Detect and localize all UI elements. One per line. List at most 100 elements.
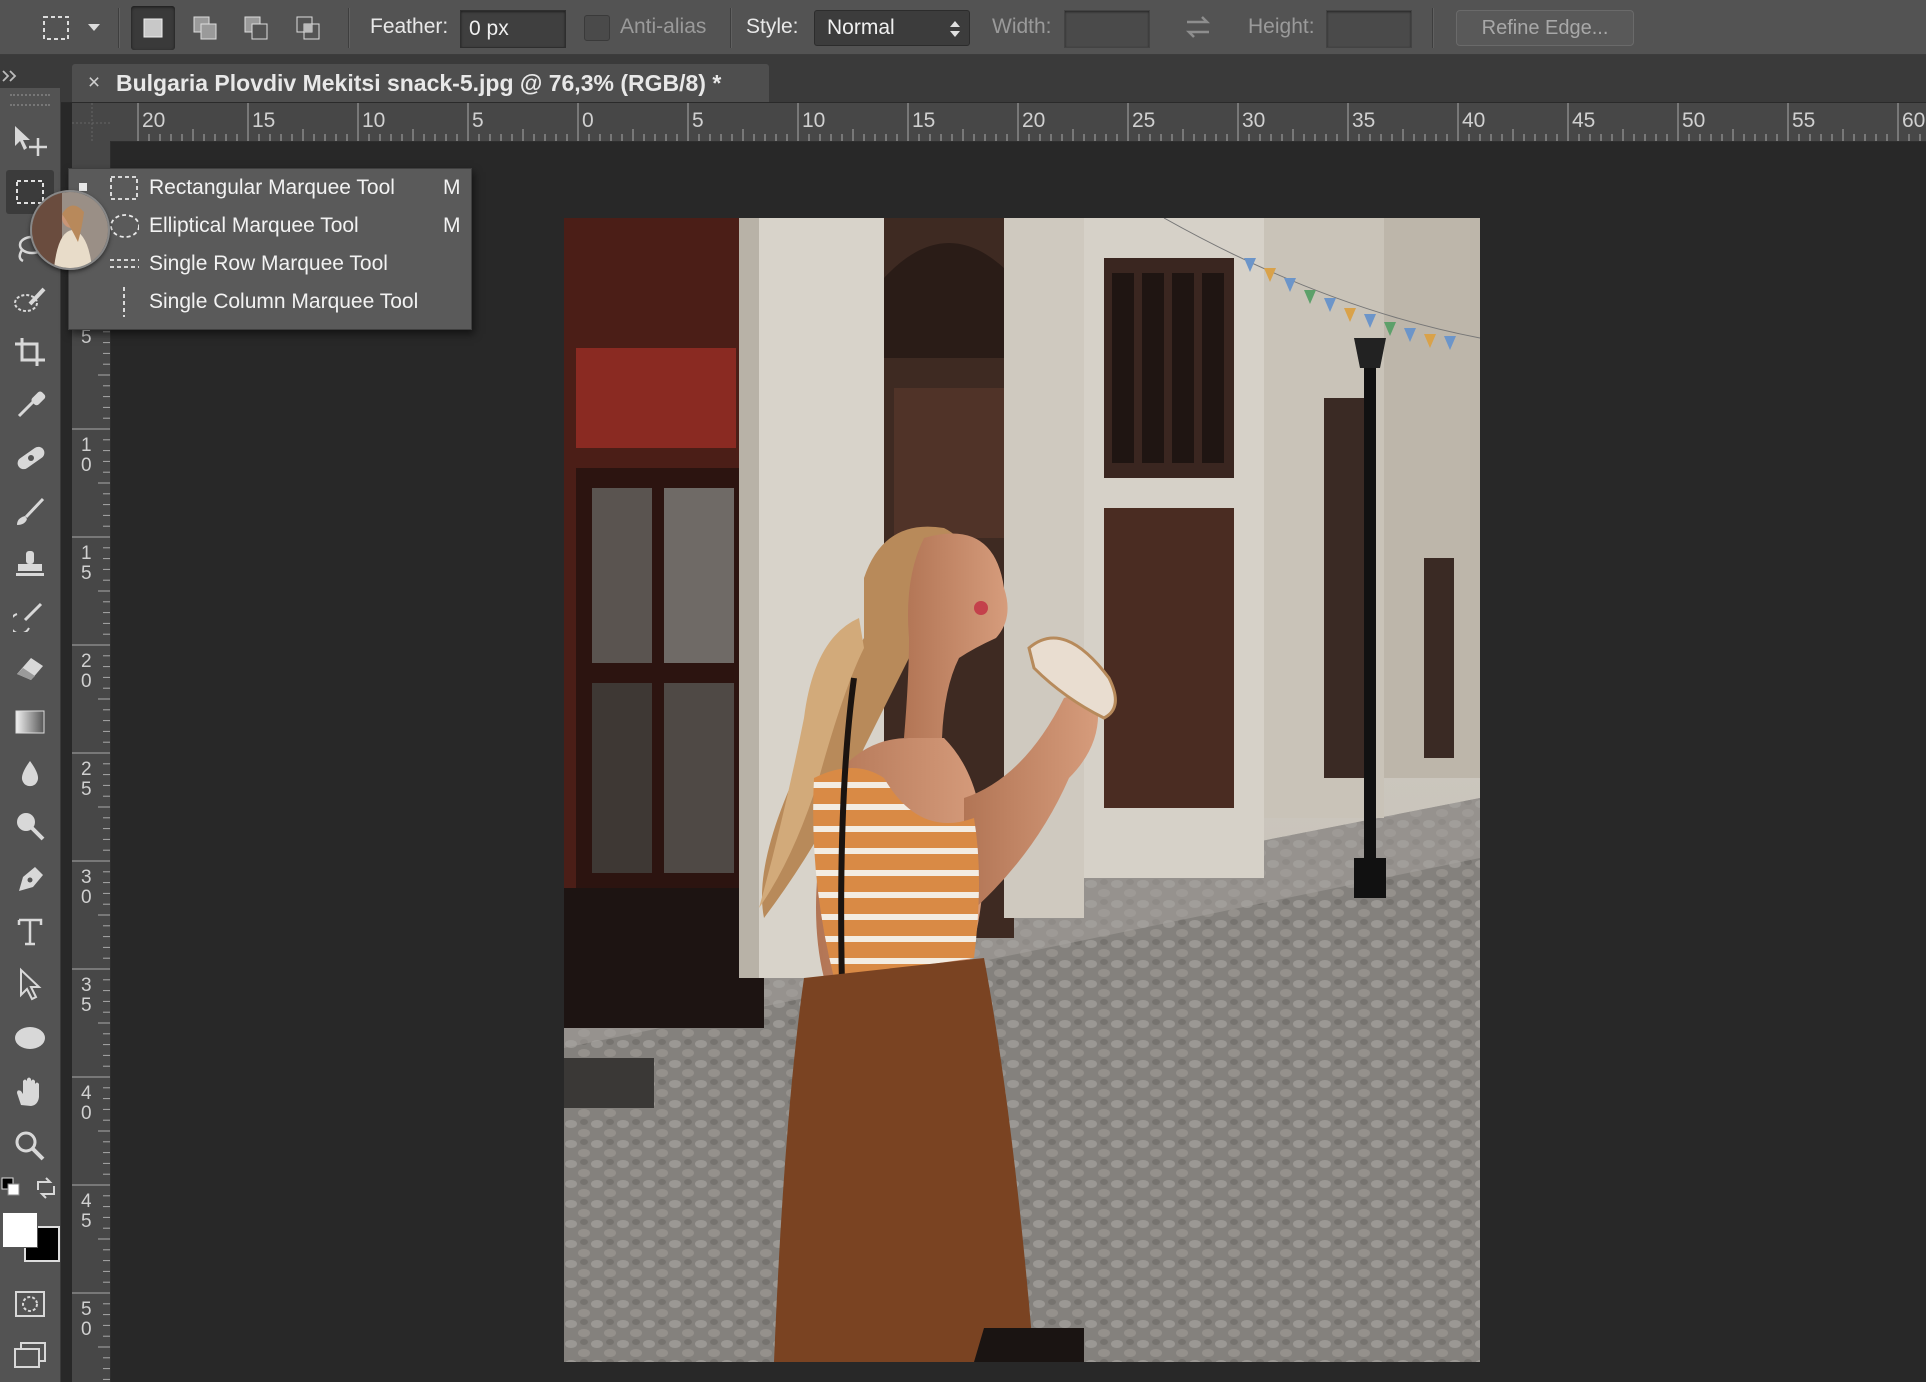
refine-edge-button[interactable]: Refine Edge... bbox=[1456, 10, 1634, 46]
flyout-item-single-row-marquee[interactable]: Single Row Marquee Tool bbox=[69, 245, 471, 283]
ruler-label: 50 bbox=[1682, 109, 1705, 132]
current-tool-indicator bbox=[79, 183, 87, 191]
ruler-label: 5 bbox=[81, 779, 92, 800]
style-value: Normal bbox=[827, 16, 895, 39]
feather-label: Feather: bbox=[370, 15, 449, 38]
rect-marquee-icon bbox=[109, 173, 139, 203]
type-tool-icon[interactable] bbox=[6, 910, 54, 954]
clone-stamp-tool-icon[interactable] bbox=[6, 542, 54, 586]
single-row-marquee-icon bbox=[109, 249, 139, 279]
ruler-label: 5 bbox=[81, 995, 92, 1016]
ruler-label: 0 bbox=[81, 1319, 92, 1340]
preset-dropdown-icon[interactable] bbox=[86, 18, 102, 38]
rect-marquee-preset-icon[interactable] bbox=[38, 12, 74, 44]
ruler-origin[interactable] bbox=[72, 103, 110, 141]
pen-tool-icon[interactable] bbox=[6, 858, 54, 902]
healing-brush-tool-icon[interactable] bbox=[6, 436, 54, 480]
flyout-item-label: Rectangular Marquee Tool bbox=[149, 176, 395, 199]
flyout-item-single-column-marquee[interactable]: Single Column Marquee Tool bbox=[69, 283, 471, 321]
single-column-marquee-icon bbox=[109, 287, 139, 317]
flyout-item-shortcut: M bbox=[443, 214, 461, 237]
ruler-label: 1 bbox=[81, 435, 92, 456]
eyedropper-tool-icon[interactable] bbox=[6, 382, 54, 426]
ruler-label: 0 bbox=[81, 1103, 92, 1124]
ellipse-shape-tool-icon[interactable] bbox=[6, 1016, 54, 1060]
feather-input[interactable]: 0 px bbox=[460, 10, 566, 48]
swap-colors-icon[interactable] bbox=[34, 1176, 58, 1200]
ruler-label: 2 bbox=[81, 651, 92, 672]
select-arrows-icon bbox=[950, 21, 960, 37]
ruler-label: 20 bbox=[1022, 109, 1045, 132]
flyout-item-rectangular-marquee[interactable]: Rectangular Marquee Tool M bbox=[69, 169, 471, 207]
ruler-label: 55 bbox=[1792, 109, 1815, 132]
height-label: Height: bbox=[1248, 15, 1315, 38]
hand-tool-icon[interactable] bbox=[6, 1070, 54, 1114]
document-tab[interactable]: × Bulgaria Plovdiv Mekitsi snack-5.jpg @… bbox=[72, 64, 769, 102]
swap-dimensions-icon[interactable] bbox=[1180, 12, 1216, 42]
history-brush-tool-icon[interactable] bbox=[6, 594, 54, 638]
ruler-label: 30 bbox=[1242, 109, 1265, 132]
collapse-panel-icon[interactable] bbox=[2, 69, 18, 87]
presenter-avatar bbox=[30, 190, 110, 270]
ruler-label: 1 bbox=[81, 543, 92, 564]
flyout-item-label: Single Row Marquee Tool bbox=[149, 252, 388, 275]
ruler-label: 45 bbox=[1572, 109, 1595, 132]
subtract-from-selection-button[interactable] bbox=[234, 6, 278, 50]
style-select[interactable]: Normal bbox=[814, 10, 970, 46]
ruler-label: 5 bbox=[472, 109, 484, 132]
ruler-label: 0 bbox=[81, 887, 92, 908]
add-to-selection-button[interactable] bbox=[183, 6, 227, 50]
ruler-label: 4 bbox=[81, 1191, 92, 1212]
intersect-selection-button[interactable] bbox=[286, 6, 330, 50]
foreground-color-swatch[interactable] bbox=[2, 1212, 38, 1248]
horizontal-ruler: 20 15 10 5 0 5 10 15 20 25 30 35 40 45 50 55 60 bbox=[72, 103, 1926, 142]
style-label: Style: bbox=[746, 15, 799, 38]
dodge-tool-icon[interactable] bbox=[6, 804, 54, 848]
ruler-label: 0 bbox=[582, 109, 594, 132]
ruler-label: 15 bbox=[912, 109, 935, 132]
ruler-label: 4 bbox=[81, 1083, 92, 1104]
flyout-item-label: Single Column Marquee Tool bbox=[149, 290, 419, 313]
ruler-label: 0 bbox=[81, 455, 92, 476]
brush-tool-icon[interactable] bbox=[6, 490, 54, 534]
ruler-label: 60 bbox=[1902, 109, 1925, 132]
ruler-label: 5 bbox=[81, 1299, 92, 1320]
toolbox-grip[interactable] bbox=[10, 94, 50, 106]
ruler-label: 20 bbox=[142, 109, 165, 132]
new-selection-button[interactable] bbox=[131, 6, 175, 50]
screen-mode-icon[interactable] bbox=[6, 1334, 54, 1378]
quick-selection-tool-icon[interactable] bbox=[6, 278, 54, 322]
ruler-label: 40 bbox=[1462, 109, 1485, 132]
quick-mask-icon[interactable] bbox=[6, 1282, 54, 1326]
gradient-tool-icon[interactable] bbox=[6, 700, 54, 744]
default-colors-icon[interactable] bbox=[0, 1176, 22, 1198]
ruler-label: 10 bbox=[362, 109, 385, 132]
ruler-label: 25 bbox=[1132, 109, 1155, 132]
document-canvas-image[interactable] bbox=[564, 218, 1480, 1362]
eraser-tool-icon[interactable] bbox=[6, 646, 54, 690]
ruler-label: 5 bbox=[81, 327, 92, 348]
options-bar: Feather: 0 px Anti-alias Style: Normal W… bbox=[0, 0, 1926, 55]
ruler-label: 0 bbox=[81, 671, 92, 692]
flyout-item-label: Elliptical Marquee Tool bbox=[149, 214, 359, 237]
ellipse-marquee-icon bbox=[109, 211, 139, 241]
antialias-label: Anti-alias bbox=[620, 15, 707, 38]
flyout-item-shortcut: M bbox=[443, 176, 461, 199]
ruler-label: 5 bbox=[81, 1211, 92, 1232]
ruler-label: 3 bbox=[81, 975, 92, 996]
ruler-label: 5 bbox=[692, 109, 704, 132]
ruler-label: 5 bbox=[81, 563, 92, 584]
blur-tool-icon[interactable] bbox=[6, 752, 54, 796]
width-input[interactable] bbox=[1064, 10, 1150, 48]
height-input[interactable] bbox=[1326, 10, 1412, 48]
feather-value: 0 px bbox=[469, 17, 509, 40]
move-tool-icon[interactable] bbox=[6, 118, 54, 162]
marquee-tool-flyout: Rectangular Marquee Tool M Elliptical Ma… bbox=[68, 168, 472, 330]
flyout-item-elliptical-marquee[interactable]: Elliptical Marquee Tool M bbox=[69, 207, 471, 245]
ruler-label: 15 bbox=[252, 109, 275, 132]
zoom-tool-icon[interactable] bbox=[6, 1124, 54, 1168]
antialias-checkbox[interactable] bbox=[584, 15, 610, 41]
path-selection-tool-icon[interactable] bbox=[6, 962, 54, 1006]
crop-tool-icon[interactable] bbox=[6, 330, 54, 374]
close-tab-icon[interactable]: × bbox=[72, 71, 116, 95]
